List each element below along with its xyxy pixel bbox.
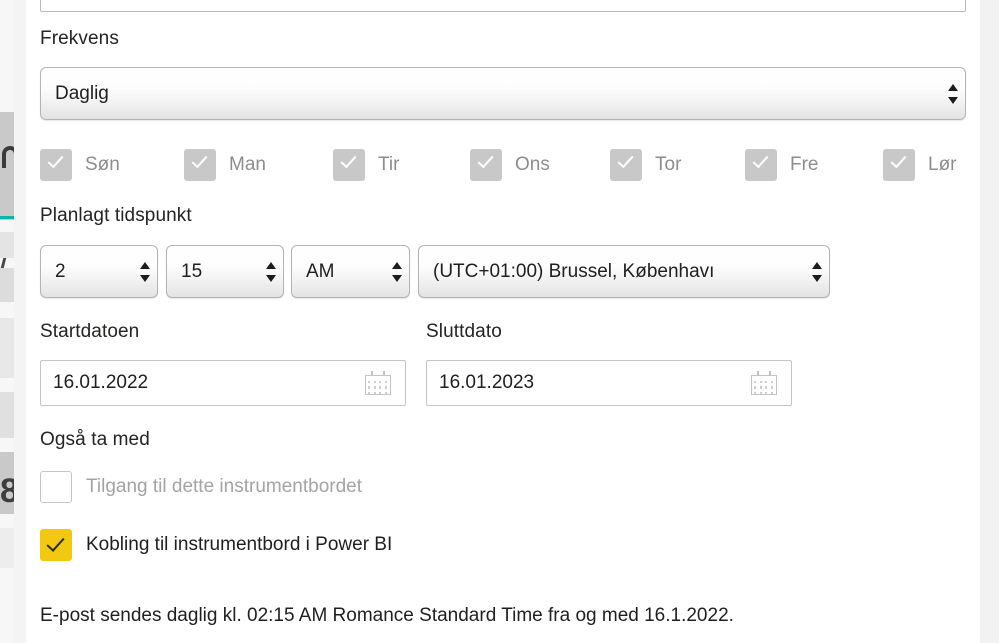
clipped-field-above[interactable]	[40, 0, 966, 12]
option-label: Kobling til instrumentbord i Power BI	[86, 534, 393, 555]
day-checkbox-ons[interactable]: Ons	[470, 148, 550, 182]
end-date-value: 16.01.2023	[439, 372, 535, 393]
checkbox-checked-disabled-icon	[610, 149, 642, 181]
day-label: Søn	[85, 154, 120, 175]
scheduled-minute-select[interactable]: 15	[166, 245, 284, 298]
scheduled-meridiem-select[interactable]: AM	[291, 245, 410, 298]
day-label: Tor	[655, 154, 682, 175]
day-checkbox-man[interactable]: Man	[184, 148, 266, 182]
background-card	[0, 528, 14, 568]
day-checkbox-tir[interactable]: Tir	[333, 148, 399, 182]
start-date-input[interactable]: 16.01.2022	[40, 360, 406, 406]
checkbox-checked-icon	[40, 529, 72, 561]
timezone-value: (UTC+01:00) Brussel, Københavı	[433, 260, 715, 282]
day-checkbox-lor[interactable]: Lør	[883, 148, 957, 182]
calendar-icon[interactable]	[751, 371, 777, 395]
checkbox-unchecked-icon	[40, 471, 72, 503]
scheduled-minute-value: 15	[181, 260, 203, 282]
chevron-updown-icon	[135, 246, 157, 297]
option-row-powerbi-link[interactable]: Kobling til instrumentbord i Power BI	[40, 528, 392, 562]
chevron-updown-icon	[943, 68, 965, 119]
start-date-label: Startdatoen	[40, 321, 140, 342]
background-card	[0, 318, 14, 378]
chevron-updown-icon	[261, 246, 283, 297]
background-active-underline	[0, 216, 14, 219]
also-include-label: Også ta med	[40, 429, 150, 450]
screenshot-root: 8 Frekvens Daglig Søn Man Tir Ons Tor Fr…	[0, 0, 999, 643]
option-label: Tilgang til dette instrumentbordet	[86, 476, 363, 497]
chevron-updown-icon	[387, 246, 409, 297]
timezone-select[interactable]: (UTC+01:00) Brussel, Københavı	[418, 245, 830, 298]
frequency-select-value: Daglig	[55, 82, 109, 104]
day-label: Ons	[515, 154, 550, 175]
subscription-dialog-panel: Frekvens Daglig Søn Man Tir Ons Tor Fre …	[26, 0, 980, 643]
scheduled-meridiem-value: AM	[306, 260, 335, 282]
day-label: Man	[229, 154, 266, 175]
background-card	[0, 268, 14, 302]
day-checkbox-fre[interactable]: Fre	[745, 148, 819, 182]
schedule-summary-text: E-post sendes daglig kl. 02:15 AM Romanc…	[40, 605, 734, 626]
scheduled-time-label: Planlagt tidspunkt	[40, 205, 192, 226]
background-partial-glyph-arc	[2, 146, 14, 168]
checkbox-checked-disabled-icon	[883, 149, 915, 181]
background-card	[0, 392, 14, 438]
checkbox-checked-disabled-icon	[470, 149, 502, 181]
day-label: Fre	[790, 154, 819, 175]
start-date-value: 16.01.2022	[53, 372, 149, 393]
day-checkbox-son[interactable]: Søn	[40, 148, 120, 182]
calendar-icon[interactable]	[365, 371, 391, 395]
day-label: Lør	[928, 154, 957, 175]
panel-right-margin	[980, 0, 999, 643]
scheduled-hour-select[interactable]: 2	[40, 245, 158, 298]
panel-gutter	[14, 0, 26, 643]
checkbox-checked-disabled-icon	[40, 149, 72, 181]
checkbox-checked-disabled-icon	[184, 149, 216, 181]
frequency-label: Frekvens	[40, 28, 119, 49]
checkbox-checked-disabled-icon	[745, 149, 777, 181]
frequency-select[interactable]: Daglig	[40, 67, 966, 120]
background-partial-glyph-digit: 8	[0, 472, 14, 510]
end-date-label: Sluttdato	[426, 321, 502, 342]
background-page-strip: 8	[0, 0, 14, 643]
end-date-input[interactable]: 16.01.2023	[426, 360, 792, 406]
day-checkbox-tor[interactable]: Tor	[610, 148, 681, 182]
background-card	[0, 232, 14, 258]
checkbox-checked-disabled-icon	[333, 149, 365, 181]
scheduled-hour-value: 2	[55, 260, 66, 282]
option-row-access-dashboard[interactable]: Tilgang til dette instrumentbordet	[40, 470, 362, 504]
chevron-updown-icon	[807, 246, 829, 297]
day-label: Tir	[378, 154, 400, 175]
